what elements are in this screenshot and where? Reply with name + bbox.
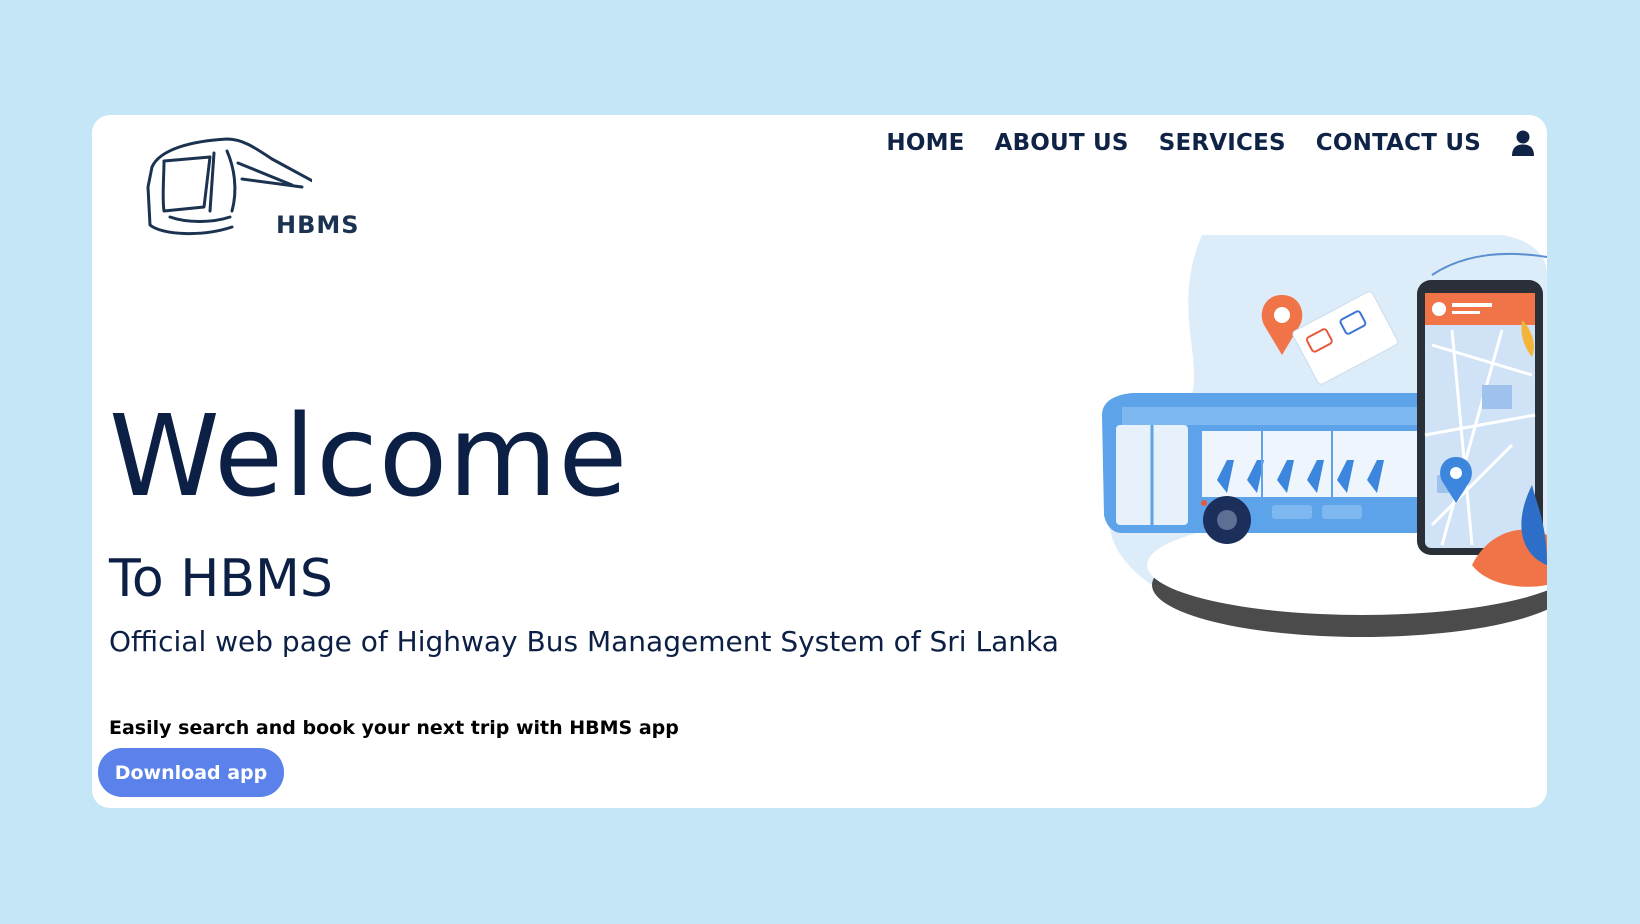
- bus-and-phone-map-illustration: [1102, 235, 1547, 637]
- main-card: HBMS HOME ABOUT US SERVICES CONTACT US W…: [92, 115, 1547, 808]
- main-navigation: HOME ABOUT US SERVICES CONTACT US: [886, 129, 1535, 157]
- hero-description: Official web page of Highway Bus Managem…: [109, 625, 1059, 658]
- hero-subtitle: To HBMS: [109, 549, 333, 609]
- download-app-button[interactable]: Download app: [98, 748, 284, 797]
- nav-services[interactable]: SERVICES: [1159, 130, 1286, 156]
- logo-text: HBMS: [276, 211, 360, 239]
- app-promo-text: Easily search and book your next trip wi…: [109, 717, 679, 739]
- city-bus: [1102, 393, 1432, 544]
- nav-contact-us[interactable]: CONTACT US: [1316, 130, 1481, 156]
- user-icon[interactable]: [1511, 129, 1535, 157]
- nav-about-us[interactable]: ABOUT US: [995, 130, 1129, 156]
- hbms-logo[interactable]: HBMS: [142, 127, 359, 242]
- nav-home[interactable]: HOME: [886, 130, 964, 156]
- hero-title: Welcome: [109, 392, 629, 522]
